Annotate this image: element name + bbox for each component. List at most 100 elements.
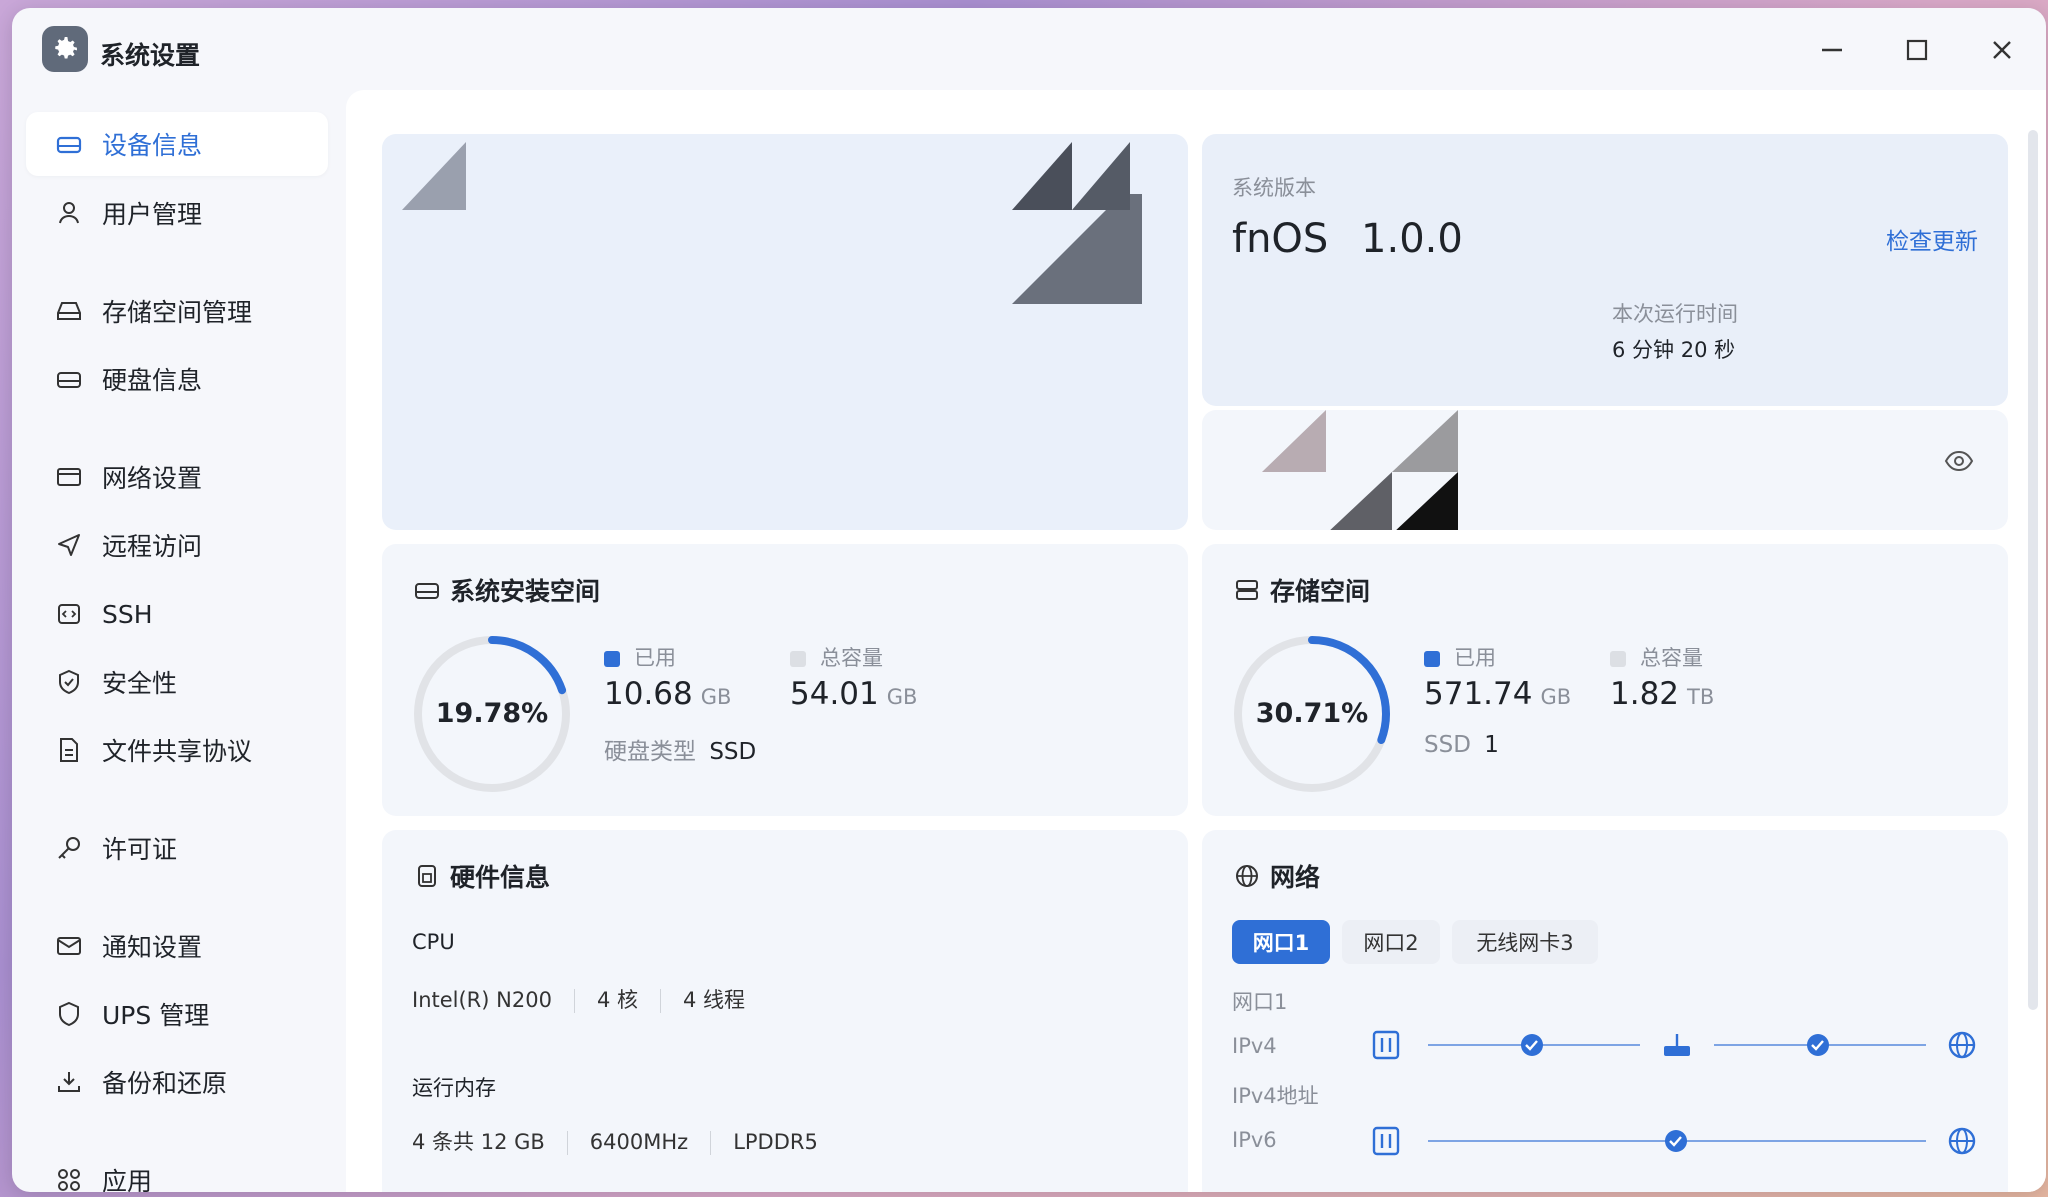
check-update-link[interactable]: 检查更新: [1886, 222, 1978, 256]
sidebar-item-label: SSH: [102, 599, 153, 629]
sidebar: 设备信息 用户管理 存储空间管理 硬盘信息 网络设置 远程访问 SSH 安全性: [12, 92, 352, 1192]
sidebar-item-label: 设备信息: [102, 131, 203, 160]
sidebar-item-network-settings[interactable]: 网络设置: [26, 445, 328, 509]
sidebar-item-label: 硬盘信息: [102, 366, 203, 395]
tab-port-2[interactable]: 网口2: [1342, 920, 1440, 964]
tab-wireless-3[interactable]: 无线网卡3: [1452, 920, 1598, 964]
divider: [659, 989, 661, 1013]
storage-space-title: 存储空间: [1270, 577, 1371, 606]
sidebar-item-label: 文件共享协议: [102, 737, 253, 766]
ssh-icon: [54, 599, 84, 629]
internet-globe-icon: [1948, 1031, 1976, 1059]
close-button[interactable]: [1982, 30, 2022, 70]
port-label: 网口1: [1232, 990, 1288, 1014]
sidebar-item-label: UPS 管理: [102, 1001, 210, 1030]
used-unit: GB: [1540, 685, 1572, 709]
sidebar-item-user-management[interactable]: 用户管理: [26, 181, 328, 245]
internet-globe-icon: [1948, 1127, 1976, 1155]
sidebar-item-backup[interactable]: 备份和还原: [26, 1050, 328, 1114]
ipv4-address-label: IPv4地址: [1232, 1084, 1319, 1108]
sidebar-item-label: 许可证: [102, 835, 178, 864]
cpu-model: Intel(R) N200: [412, 988, 552, 1012]
router-icon: [1664, 1034, 1690, 1056]
sidebar-item-apps[interactable]: 应用: [26, 1148, 328, 1192]
show-details-eye-icon[interactable]: [1944, 450, 1974, 476]
total-unit: TB: [1687, 685, 1715, 709]
total-label: 总容量: [1640, 646, 1703, 670]
title-bar: 系统设置: [12, 8, 2046, 92]
main-content: 系统版本 fnOS 1.0.0 检查更新 本次运行时间 6 分钟 20 秒 系统…: [346, 90, 2046, 1192]
version-label: 系统版本: [1232, 176, 1316, 200]
ssd-label: SSD: [1424, 732, 1471, 758]
install-space-card: 系统安装空间 19.78% 已用 10.68 GB 总容量 54.01 GB 硬盘类…: [382, 544, 1188, 816]
divider: [573, 989, 575, 1013]
storage-space-percent: 30.71%: [1255, 698, 1369, 729]
hardware-heading: 硬件信息: [412, 858, 550, 894]
network-heading: 网络: [1232, 858, 1320, 894]
device-info-strip: [1202, 410, 2008, 530]
divider: [710, 1131, 712, 1155]
ups-shield-icon: [54, 999, 84, 1029]
device-illustration: [402, 142, 1142, 304]
used-legend-swatch: [604, 651, 620, 667]
settings-window: 系统设置 设备信息 用户管理 存储空间管理 硬盘信息 网络设置 远程访问 SSH…: [12, 8, 2046, 1192]
nas-device-icon: [1372, 1126, 1400, 1156]
network-card: 网络 网口1 网口2 无线网卡3 网口1 IPv4 IPv4地址 IPv6: [1202, 830, 2008, 1192]
file-icon: [54, 735, 84, 765]
tab-port-1[interactable]: 网口1: [1232, 920, 1330, 964]
sidebar-item-security[interactable]: 安全性: [26, 650, 328, 714]
used-label: 已用: [634, 646, 676, 670]
storage-icon: [54, 296, 84, 326]
settings-gear-icon: [42, 26, 88, 72]
hardware-icon: [412, 861, 442, 891]
main-scrollbar[interactable]: [2028, 130, 2038, 1010]
shield-check-icon: [54, 667, 84, 697]
apps-icon: [54, 1165, 84, 1192]
cpu-label: CPU: [412, 930, 455, 954]
sidebar-item-label: 用户管理: [102, 200, 203, 229]
total-value: 54.01: [790, 676, 879, 712]
sidebar-item-storage-management[interactable]: 存储空间管理: [26, 279, 328, 343]
storage-space-card: 存储空间 30.71% 已用 571.74 GB 总容量 1.82 TB SSD 1: [1202, 544, 2008, 816]
sidebar-item-device-info[interactable]: 设备信息: [26, 112, 328, 176]
key-icon: [54, 833, 84, 863]
total-label: 总容量: [820, 646, 883, 670]
storage-used-legend: 已用: [1424, 642, 1496, 672]
ipv4-status-path: [1372, 1030, 1976, 1060]
sidebar-item-disk-info[interactable]: 硬盘信息: [26, 347, 328, 411]
disk-icon: [412, 575, 442, 605]
sidebar-item-ups[interactable]: UPS 管理: [26, 982, 328, 1046]
cpu-threads: 4 线程: [682, 988, 746, 1012]
sidebar-item-label: 存储空间管理: [102, 298, 253, 327]
sidebar-item-remote-access[interactable]: 远程访问: [26, 513, 328, 577]
used-legend-swatch: [1424, 651, 1440, 667]
sidebar-item-file-sharing[interactable]: 文件共享协议: [26, 718, 328, 782]
cpu-cores: 4 核: [596, 988, 638, 1012]
install-used-value: 10.68 GB: [604, 676, 731, 712]
sidebar-item-ssh[interactable]: SSH: [26, 582, 328, 646]
memory-type: LPDDR5: [733, 1130, 818, 1154]
sidebar-item-label: 备份和还原: [102, 1069, 228, 1098]
sidebar-item-label: 网络设置: [102, 464, 203, 493]
hardware-card: 硬件信息 CPU Intel(R) N200 4 核 4 线程 运行内存 4 条共 …: [382, 830, 1188, 1192]
sidebar-item-label: 应用: [102, 1167, 153, 1192]
backup-icon: [54, 1067, 84, 1097]
install-total-legend: 总容量: [790, 642, 883, 672]
send-icon: [54, 530, 84, 560]
minimize-button[interactable]: [1812, 30, 1852, 70]
sidebar-item-label: 通知设置: [102, 933, 203, 962]
version-heading: fnOS 1.0.0: [1232, 216, 1463, 262]
maximize-button[interactable]: [1897, 30, 1937, 70]
disk-type-label: 硬盘类型: [604, 739, 696, 765]
sidebar-item-license[interactable]: 许可证: [26, 816, 328, 880]
sidebar-item-notifications[interactable]: 通知设置: [26, 914, 328, 978]
network-icon: [54, 462, 84, 492]
used-label: 已用: [1454, 646, 1496, 670]
used-value: 571.74: [1424, 676, 1533, 712]
memory-speed: 6400MHz: [589, 1130, 689, 1154]
nas-device-icon: [1372, 1030, 1400, 1060]
divider: [566, 1131, 568, 1155]
ipv6-label: IPv6: [1232, 1128, 1277, 1152]
system-version-card: 系统版本 fnOS 1.0.0 检查更新 本次运行时间 6 分钟 20 秒: [1202, 134, 2008, 406]
uptime-value: 6 分钟 20 秒: [1612, 338, 1736, 362]
